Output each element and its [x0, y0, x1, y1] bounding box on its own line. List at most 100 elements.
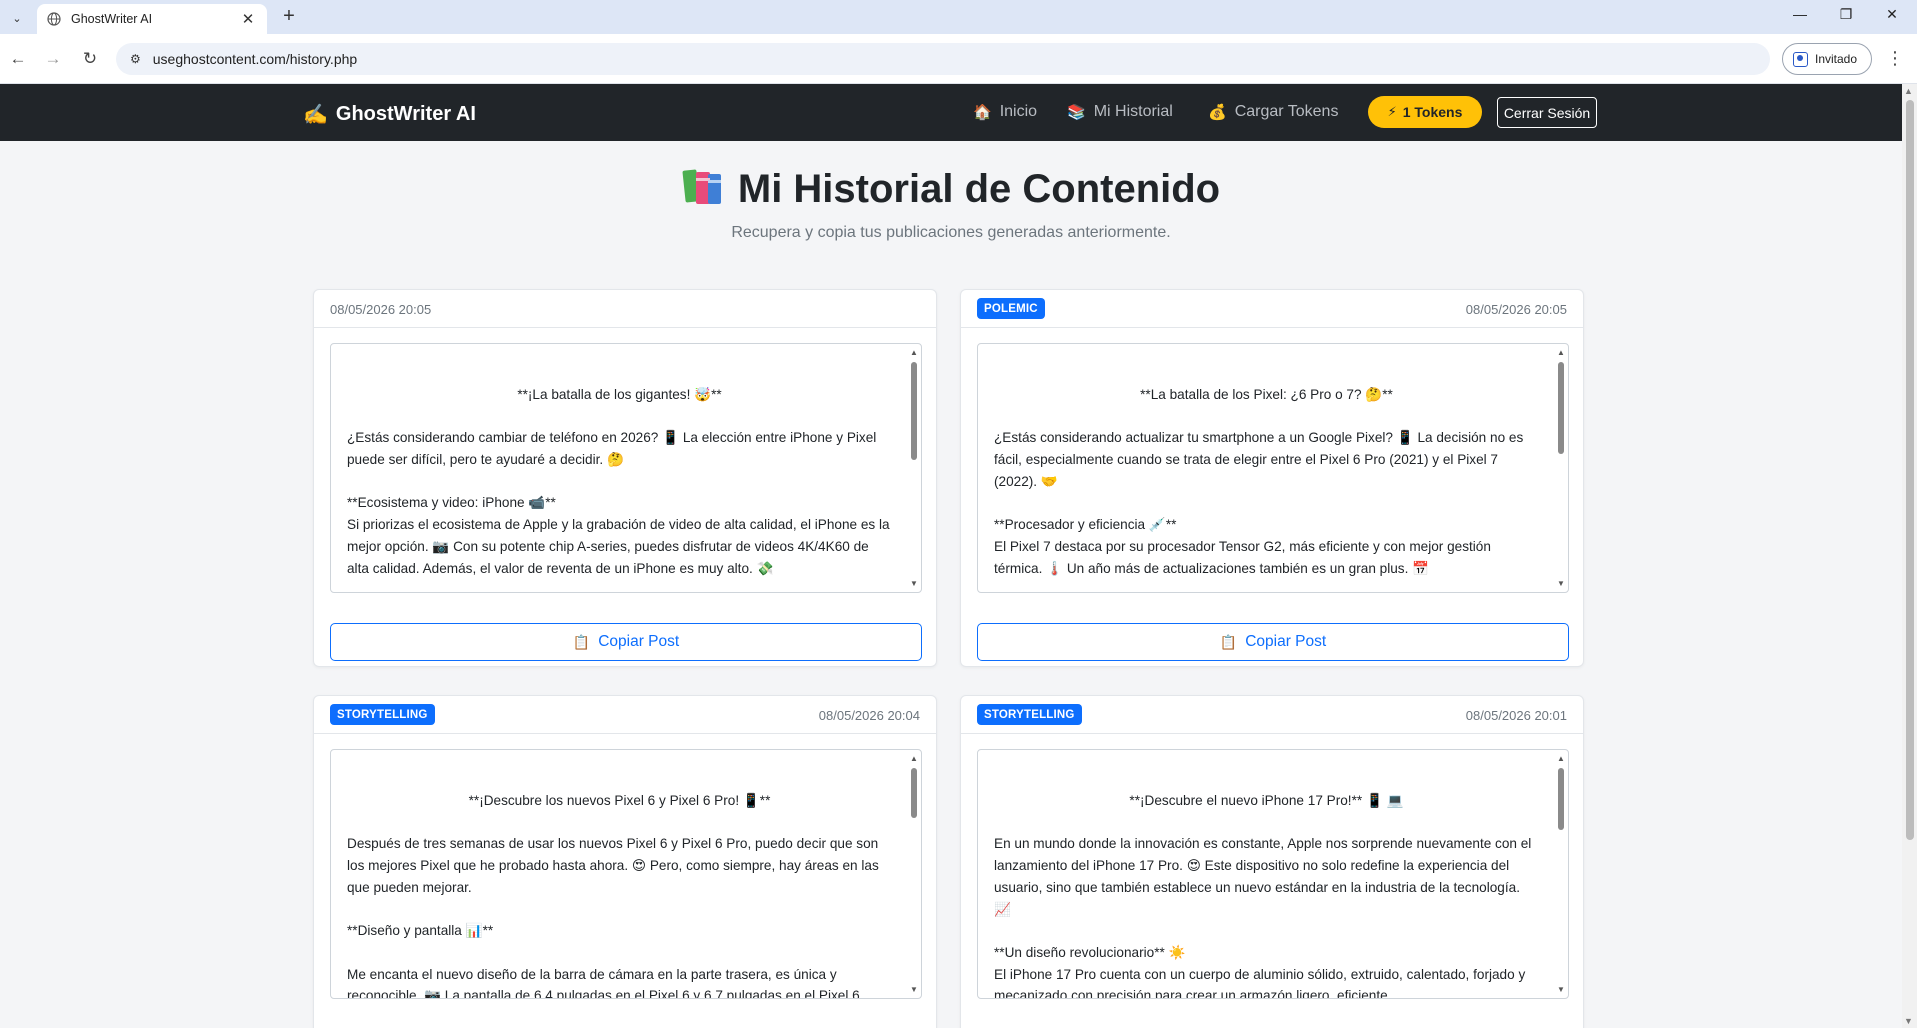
- back-arrow-icon[interactable]: ←: [7, 48, 29, 70]
- post-content: **¡Descubre los nuevos Pixel 6 y Pixel 6…: [347, 790, 892, 999]
- card-header: STORYTELLING 08/05/2026 20:04: [314, 696, 936, 734]
- clipboard-icon: 📋: [572, 633, 591, 650]
- new-tab-plus-icon[interactable]: +: [278, 6, 300, 28]
- scroll-up-icon[interactable]: ▲: [1904, 86, 1913, 96]
- scroll-down-icon[interactable]: ▼: [1557, 985, 1565, 994]
- tab-list-chevron-icon[interactable]: ⌄: [6, 7, 28, 29]
- history-card: POLEMIC 08/05/2026 20:05 **La batalla de…: [960, 289, 1584, 667]
- nav-link-label: Inicio: [999, 103, 1038, 120]
- post-paragraph: Después de tres semanas de usar los nuev…: [347, 836, 879, 895]
- style-badge: STORYTELLING: [977, 704, 1082, 725]
- style-badge: POLEMIC: [977, 298, 1045, 319]
- post-paragraph: **Un diseño revolucionario** ☀️ El iPhon…: [994, 944, 1526, 999]
- profile-button[interactable]: Invitado: [1782, 43, 1872, 75]
- browser-tab-bar: ⌄ GhostWriter AI ✕ + — ❐ ✕: [0, 0, 1917, 34]
- nav-link-cargar-tokens[interactable]: 💰 Cargar Tokens: [1208, 103, 1338, 121]
- app-navbar: ✍️ GhostWriter AI 🏠 Inicio 📚 Mi Historia…: [0, 84, 1902, 141]
- nav-link-label: Cargar Tokens: [1234, 103, 1339, 120]
- nav-link-inicio[interactable]: 🏠 Inicio: [973, 103, 1037, 121]
- card-header: POLEMIC 08/05/2026 20:05: [961, 290, 1583, 328]
- books-icon: [682, 169, 721, 204]
- scroll-up-icon[interactable]: ▲: [910, 754, 918, 763]
- textarea-scroll-thumb[interactable]: [911, 768, 917, 818]
- brand-link[interactable]: ✍️ GhostWriter AI: [303, 102, 476, 127]
- page-scrollbar[interactable]: ▲ ▼: [1902, 84, 1917, 1028]
- textarea-scroll-thumb[interactable]: [1558, 362, 1564, 454]
- brand-name: GhostWriter AI: [335, 103, 476, 125]
- post-paragraph: ¿Estás considerando actualizar tu smartp…: [994, 430, 1524, 489]
- logout-button[interactable]: Cerrar Sesión: [1497, 97, 1597, 128]
- textarea-scroll-thumb[interactable]: [1558, 768, 1564, 830]
- post-heading: **La batalla de los Pixel: ¿6 Pro o 7? 🤔…: [1140, 387, 1393, 402]
- browser-tab-active[interactable]: GhostWriter AI ✕: [37, 4, 267, 34]
- post-content: **La batalla de los Pixel: ¿6 Pro o 7? 🤔…: [994, 384, 1539, 579]
- post-heading: **¡Descubre el nuevo iPhone 17 Pro!** 📱 …: [1129, 793, 1404, 808]
- profile-icon: [1793, 51, 1808, 67]
- post-paragraph: En un mundo donde la innovación es const…: [994, 836, 1532, 917]
- browser-toolbar: ← → ↻ ⚙ useghostcontent.com/history.php …: [0, 34, 1917, 84]
- card-date: 08/05/2026 20:04: [818, 708, 920, 723]
- url-text: useghostcontent.com/history.php: [152, 51, 358, 67]
- nav-link-historial[interactable]: 📚 Mi Historial: [1067, 103, 1173, 121]
- card-header: 08/05/2026 20:05: [314, 290, 936, 328]
- tokens-label: 1 Tokens: [1402, 104, 1463, 120]
- post-heading: **¡Descubre los nuevos Pixel 6 y Pixel 6…: [468, 793, 771, 808]
- scroll-down-icon[interactable]: ▼: [910, 985, 918, 994]
- page-subtitle: Recupera y copia tus publicaciones gener…: [731, 224, 1171, 241]
- post-textarea[interactable]: **¡Descubre el nuevo iPhone 17 Pro!** 📱 …: [977, 749, 1569, 999]
- more-options-icon[interactable]: ⋮: [1886, 48, 1904, 69]
- page-title-text: Mi Historial de Contenido: [737, 167, 1221, 211]
- close-tab-icon[interactable]: ✕: [239, 10, 257, 28]
- close-window-icon[interactable]: ✕: [1869, 6, 1915, 28]
- nav-link-label: Mi Historial: [1093, 103, 1173, 120]
- textarea-scrollbar[interactable]: ▲ ▼: [1556, 348, 1566, 588]
- history-card: 08/05/2026 20:05 **¡La batalla de los gi…: [313, 289, 937, 667]
- profile-label: Invitado: [1815, 52, 1858, 66]
- post-content: **¡La batalla de los gigantes! 🤯** ¿Está…: [347, 384, 892, 579]
- scroll-up-icon[interactable]: ▲: [1557, 754, 1565, 763]
- scroll-up-icon[interactable]: ▲: [910, 348, 918, 357]
- card-date: 08/05/2026 20:05: [330, 302, 432, 317]
- writing-hand-icon: ✍️: [303, 104, 328, 126]
- textarea-scrollbar[interactable]: ▲ ▼: [1556, 754, 1566, 994]
- money-bag-icon: 💰: [1208, 104, 1227, 121]
- post-textarea[interactable]: **La batalla de los Pixel: ¿6 Pro o 7? 🤔…: [977, 343, 1569, 593]
- post-heading: **¡La batalla de los gigantes! 🤯**: [517, 387, 722, 402]
- post-textarea[interactable]: **¡Descubre los nuevos Pixel 6 y Pixel 6…: [330, 749, 922, 999]
- scroll-up-icon[interactable]: ▲: [1557, 348, 1565, 357]
- history-card: STORYTELLING 08/05/2026 20:04 **¡Descubr…: [313, 695, 937, 1028]
- history-card: STORYTELLING 08/05/2026 20:01 **¡Descubr…: [960, 695, 1584, 1028]
- restore-icon[interactable]: ❐: [1823, 6, 1869, 28]
- post-paragraph: Me encanta el nuevo diseño de la barra d…: [347, 966, 860, 999]
- post-paragraph: **Procesador y eficiencia 💉** El Pixel 7…: [994, 517, 1491, 576]
- globe-icon: [47, 12, 61, 26]
- copy-post-button[interactable]: 📋 Copiar Post: [977, 623, 1569, 661]
- address-bar[interactable]: ⚙ useghostcontent.com/history.php: [116, 43, 1770, 75]
- reload-icon[interactable]: ↻: [79, 48, 101, 70]
- post-paragraph: ¿Estás considerando cambiar de teléfono …: [347, 430, 877, 468]
- house-icon: 🏠: [973, 104, 992, 121]
- site-settings-icon[interactable]: ⚙: [130, 52, 141, 66]
- textarea-scrollbar[interactable]: ▲ ▼: [909, 348, 919, 588]
- post-textarea[interactable]: **¡La batalla de los gigantes! 🤯** ¿Está…: [330, 343, 922, 593]
- card-date: 08/05/2026 20:01: [1465, 708, 1567, 723]
- lightning-icon: ⚡: [1387, 104, 1397, 119]
- copy-post-label: Copiar Post: [1245, 633, 1327, 650]
- page-title: Mi Historial de Contenido: [0, 166, 1902, 212]
- card-date: 08/05/2026 20:05: [1465, 302, 1567, 317]
- textarea-scroll-thumb[interactable]: [911, 362, 917, 460]
- tokens-badge: ⚡ 1 Tokens: [1368, 96, 1482, 128]
- textarea-scrollbar[interactable]: ▲ ▼: [909, 754, 919, 994]
- forward-arrow-icon[interactable]: →: [42, 48, 64, 70]
- post-paragraph: **Ecosistema y video: iPhone 📹** Si prio…: [347, 495, 890, 576]
- scroll-down-icon[interactable]: ▼: [1557, 579, 1565, 588]
- post-paragraph: **Diseño y pantalla 📊**: [347, 923, 494, 939]
- scroll-down-icon[interactable]: ▼: [910, 579, 918, 588]
- copy-post-button[interactable]: 📋 Copiar Post: [330, 623, 922, 661]
- tab-title: GhostWriter AI: [71, 12, 153, 26]
- page-scroll-thumb[interactable]: [1906, 100, 1914, 840]
- card-header: STORYTELLING 08/05/2026 20:01: [961, 696, 1583, 734]
- clipboard-icon: 📋: [1219, 633, 1238, 650]
- minimize-icon[interactable]: —: [1777, 6, 1823, 28]
- scroll-down-icon[interactable]: ▼: [1904, 1016, 1913, 1026]
